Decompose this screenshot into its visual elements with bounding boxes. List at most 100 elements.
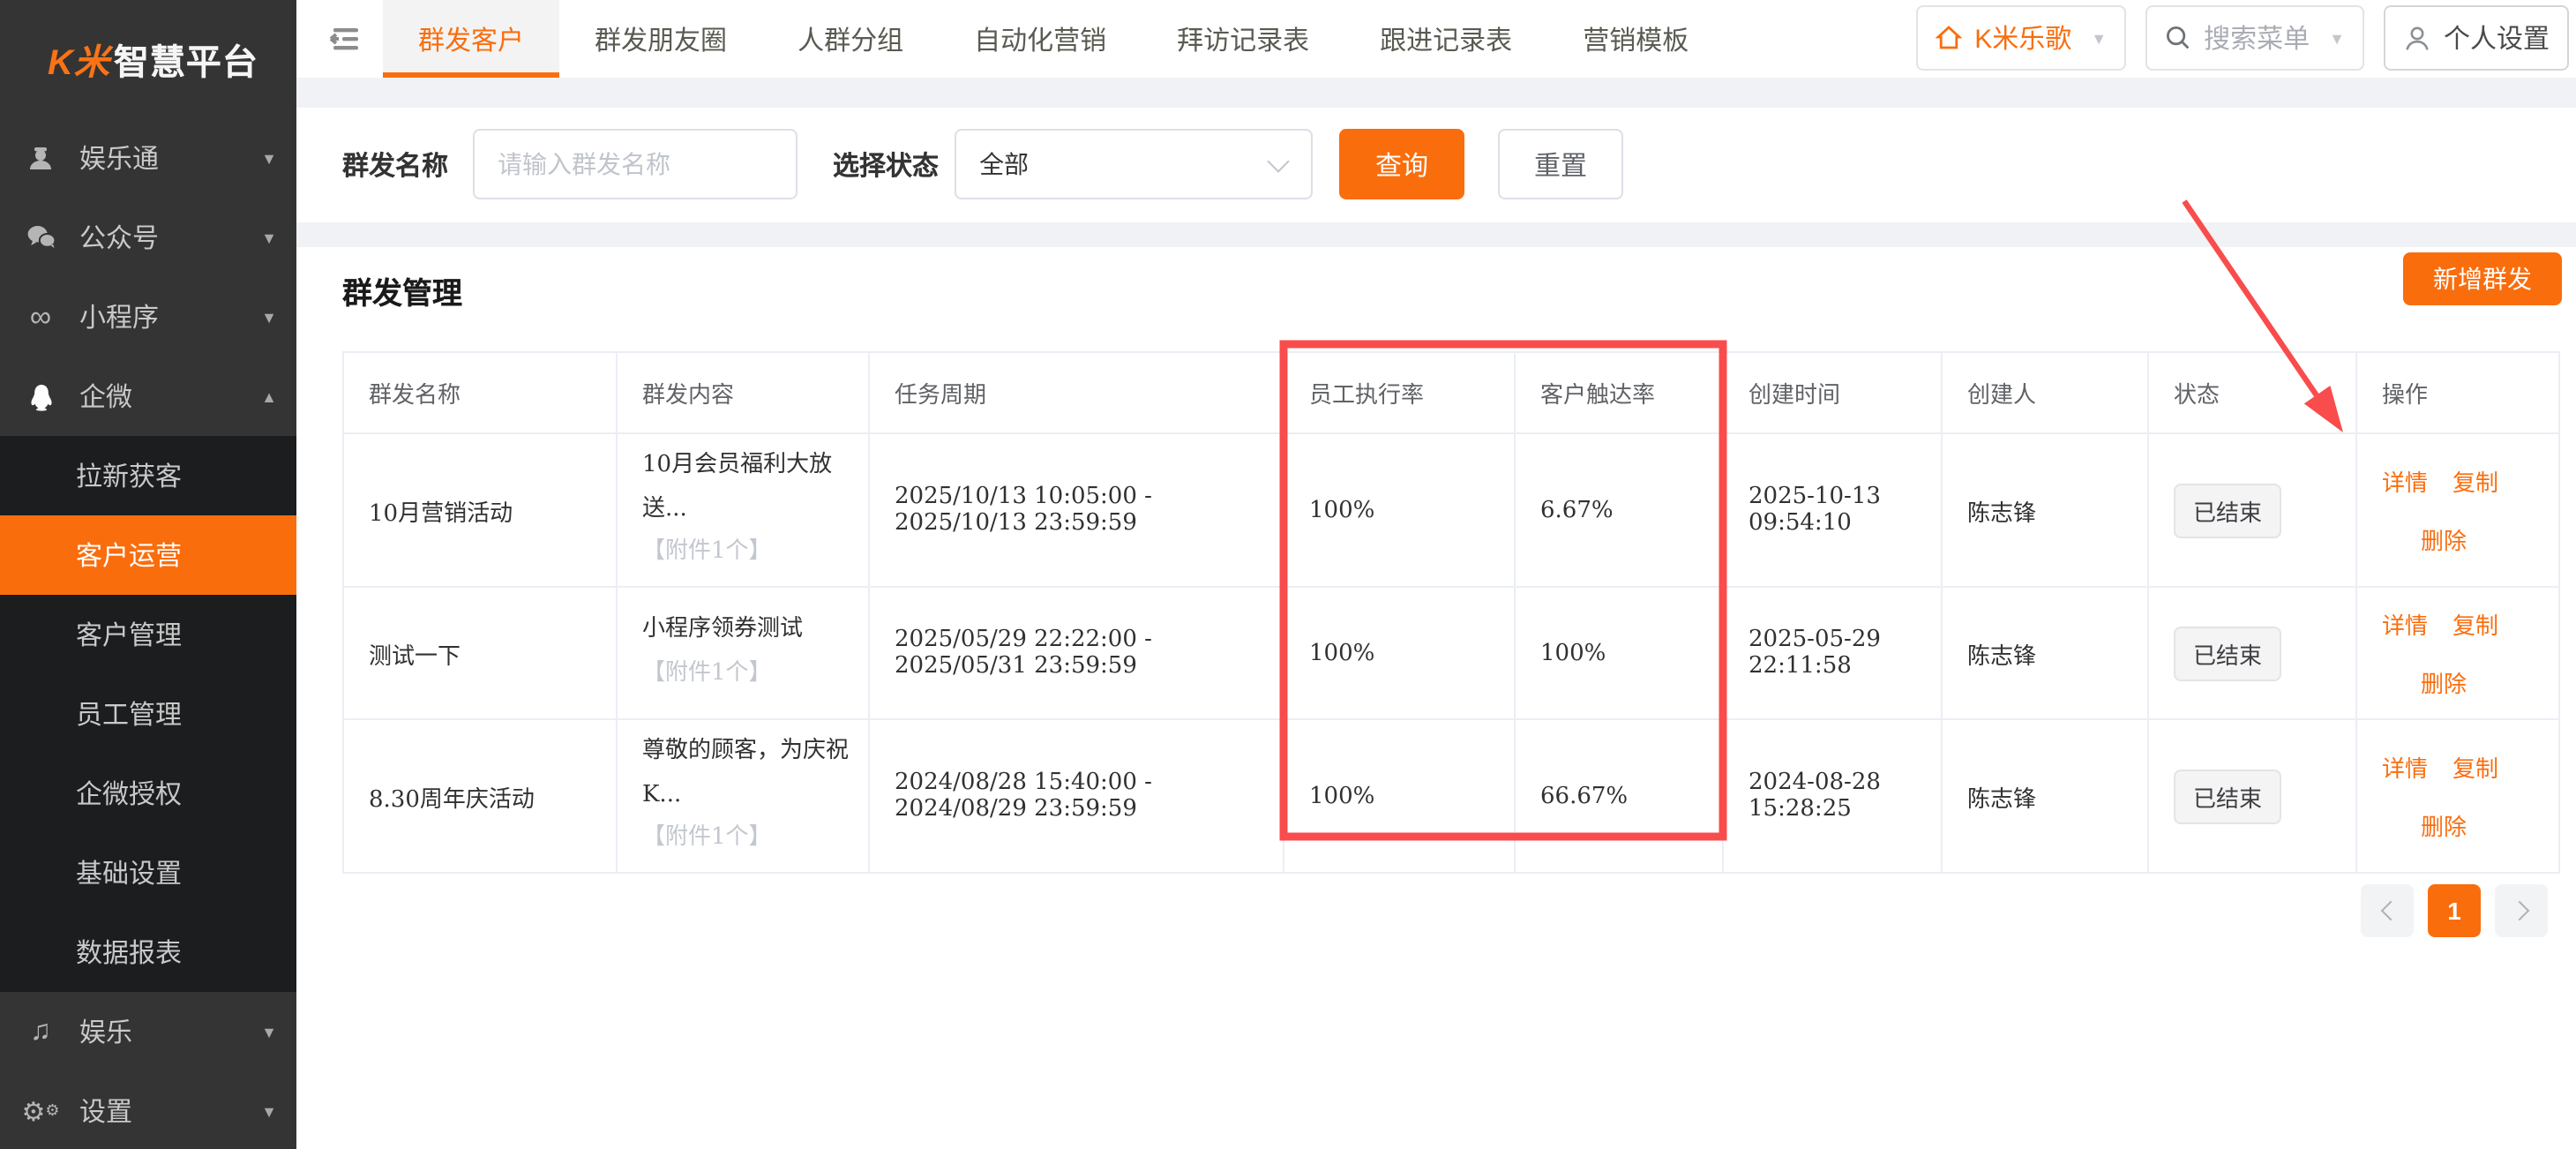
sidebar-subitem-customer-management[interactable]: 客户管理 — [0, 595, 296, 674]
sidebar-item-settings[interactable]: ⚙⚙ 设置 ▼ — [0, 1071, 296, 1149]
sidebar-subitem-label: 数据报表 — [76, 934, 182, 971]
status-select[interactable]: 全部 — [955, 129, 1313, 199]
top-navbar: 群发客户 群发朋友圈 人群分组 自动化营销 拜访记录表 跟进记录表 营销模板 K… — [296, 0, 2576, 78]
venue-selector[interactable]: K米乐歌 ▼ — [1916, 5, 2126, 71]
chevron-right-icon — [2509, 901, 2529, 921]
menu-search-label: 搜索菜单 — [2204, 19, 2310, 56]
wechat-icon — [25, 224, 56, 251]
prev-page-button[interactable] — [2361, 884, 2414, 937]
delete-link[interactable]: 删除 — [2421, 814, 2467, 840]
col-header-content: 群发内容 — [617, 352, 869, 433]
tab-marketing-templates[interactable]: 营销模板 — [1547, 0, 1724, 78]
delete-link[interactable]: 删除 — [2421, 528, 2467, 554]
cell-actions: 详情 复制 删除 — [2356, 719, 2559, 873]
sidebar-item-qiwei[interactable]: 企微 ▲ — [0, 357, 296, 436]
campaign-content-text: 小程序领券测试 — [642, 610, 850, 653]
cell-period: 2025/10/13 10:05:00 - 2025/10/13 23:59:5… — [869, 433, 1284, 587]
user-icon — [25, 144, 56, 172]
campaign-name-label: 群发名称 — [342, 146, 448, 183]
cell-name: 10月营销活动 — [343, 433, 617, 587]
cell-created: 2025-05-29 22:11:58 — [1723, 587, 1942, 719]
penguin-icon — [25, 382, 56, 410]
tab-visit-records[interactable]: 拜访记录表 — [1142, 0, 1344, 78]
campaign-table: 群发名称 群发内容 任务周期 员工执行率 客户触达率 创建时间 创建人 状态 操… — [342, 351, 2560, 874]
sidebar-subitem-label: 拉新获客 — [76, 457, 182, 494]
cell-exec-rate: 100% — [1284, 433, 1515, 587]
top-controls: K米乐歌 ▼ 搜索菜单 ▼ 个人设置 — [1916, 5, 2569, 71]
cell-status: 已结束 — [2148, 433, 2356, 587]
query-button[interactable]: 查询 — [1339, 129, 1464, 199]
sidebar-item-mini-program[interactable]: ∞ 小程序 ▼ — [0, 277, 296, 357]
sidebar-item-official-account[interactable]: 公众号 ▼ — [0, 198, 296, 277]
copy-link[interactable]: 复制 — [2452, 607, 2498, 641]
tab-group-send-customers[interactable]: 群发客户 — [383, 0, 559, 78]
logo-suffix-text: 智慧平台 — [114, 34, 258, 85]
sidebar-subitem-customer-operation[interactable]: 客户运营 — [0, 515, 296, 595]
tab-label: 群发客户 — [418, 20, 524, 57]
sidebar-item-entertainment-hub[interactable]: 娱乐通 ▼ — [0, 118, 296, 198]
cell-creator: 陈志锋 — [1942, 587, 2148, 719]
personal-settings-button[interactable]: 个人设置 — [2384, 5, 2569, 71]
next-page-button[interactable] — [2495, 884, 2548, 937]
cell-exec-rate: 100% — [1284, 587, 1515, 719]
delete-link[interactable]: 删除 — [2421, 671, 2467, 697]
copy-link[interactable]: 复制 — [2452, 750, 2498, 784]
cell-creator: 陈志锋 — [1942, 719, 2148, 873]
tab-label: 人群分组 — [798, 20, 903, 57]
col-header-creator: 创建人 — [1942, 352, 2148, 433]
chevron-down-icon: ▼ — [261, 308, 277, 326]
sidebar-item-entertainment[interactable]: ♫ 娱乐 ▼ — [0, 992, 296, 1071]
sidebar-subitem-staff-management[interactable]: 员工管理 — [0, 674, 296, 754]
cell-reach-rate: 100% — [1515, 587, 1723, 719]
cell-reach-rate: 66.67% — [1515, 719, 1723, 873]
collapse-sidebar-button[interactable] — [326, 0, 362, 78]
chevron-up-icon: ▲ — [261, 387, 277, 405]
copy-link[interactable]: 复制 — [2452, 464, 2498, 498]
col-header-exec-rate: 员工执行率 — [1284, 352, 1515, 433]
table-row: 10月营销活动 10月会员福利大放送... 【附件1个】 2025/10/13 … — [343, 433, 2559, 587]
tab-label: 自动化营销 — [974, 20, 1106, 57]
add-campaign-button[interactable]: 新增群发 — [2403, 252, 2562, 305]
reset-button[interactable]: 重置 — [1498, 129, 1623, 199]
status-badge: 已结束 — [2174, 483, 2281, 537]
sidebar-item-label: 娱乐通 — [79, 139, 159, 176]
sidebar-submenu-qiwei: 拉新获客 客户运营 客户管理 员工管理 企微授权 基础设置 数据报表 — [0, 436, 296, 992]
tab-followup-records[interactable]: 跟进记录表 — [1344, 0, 1547, 78]
sidebar-subitem-label: 企微授权 — [76, 775, 182, 812]
gear-icon: ⚙⚙ — [25, 1095, 56, 1127]
sidebar-item-label: 设置 — [79, 1093, 132, 1130]
sidebar-subitem-label: 客户运营 — [76, 537, 182, 574]
page-number-button[interactable]: 1 — [2428, 884, 2481, 937]
tab-marketing-automation[interactable]: 自动化营销 — [939, 0, 1142, 78]
cell-content: 小程序领券测试 【附件1个】 — [617, 587, 869, 719]
user-icon — [2403, 24, 2431, 52]
sidebar-subitem-basic-settings[interactable]: 基础设置 — [0, 833, 296, 912]
venue-name: K米乐歌 — [1974, 19, 2071, 56]
table-row: 8.30周年庆活动 尊敬的顾客，为庆祝K... 【附件1个】 2024/08/2… — [343, 719, 2559, 873]
detail-link[interactable]: 详情 — [2382, 607, 2428, 641]
sidebar-subitem-data-report[interactable]: 数据报表 — [0, 912, 296, 992]
col-header-status: 状态 — [2148, 352, 2356, 433]
cell-name: 测试一下 — [343, 587, 617, 719]
cell-exec-rate: 100% — [1284, 719, 1515, 873]
tab-audience-groups[interactable]: 人群分组 — [762, 0, 939, 78]
detail-link[interactable]: 详情 — [2382, 464, 2428, 498]
sidebar-item-label: 企微 — [79, 378, 132, 415]
menu-search-box[interactable]: 搜索菜单 ▼ — [2145, 5, 2364, 71]
music-icon: ♫ — [25, 1016, 56, 1048]
sidebar-subitem-qiwei-auth[interactable]: 企微授权 — [0, 754, 296, 833]
tab-label: 拜访记录表 — [1177, 20, 1309, 57]
chevron-down-icon: ▼ — [261, 1102, 277, 1120]
miniprogram-icon: ∞ — [25, 299, 56, 334]
filter-panel: 群发名称 选择状态 全部 查询 重置 — [296, 108, 2576, 222]
status-badge: 已结束 — [2174, 769, 2281, 823]
sidebar-item-label: 小程序 — [79, 298, 159, 335]
detail-link[interactable]: 详情 — [2382, 750, 2428, 784]
cell-creator: 陈志锋 — [1942, 433, 2148, 587]
sidebar-subitem-acquisition[interactable]: 拉新获客 — [0, 436, 296, 515]
tab-group-send-moments[interactable]: 群发朋友圈 — [559, 0, 762, 78]
campaign-name-input[interactable] — [473, 129, 798, 199]
chevron-down-icon: ▼ — [2329, 29, 2345, 47]
chevron-down-icon — [1267, 150, 1289, 172]
cell-period: 2025/05/29 22:22:00 - 2025/05/31 23:59:5… — [869, 587, 1284, 719]
